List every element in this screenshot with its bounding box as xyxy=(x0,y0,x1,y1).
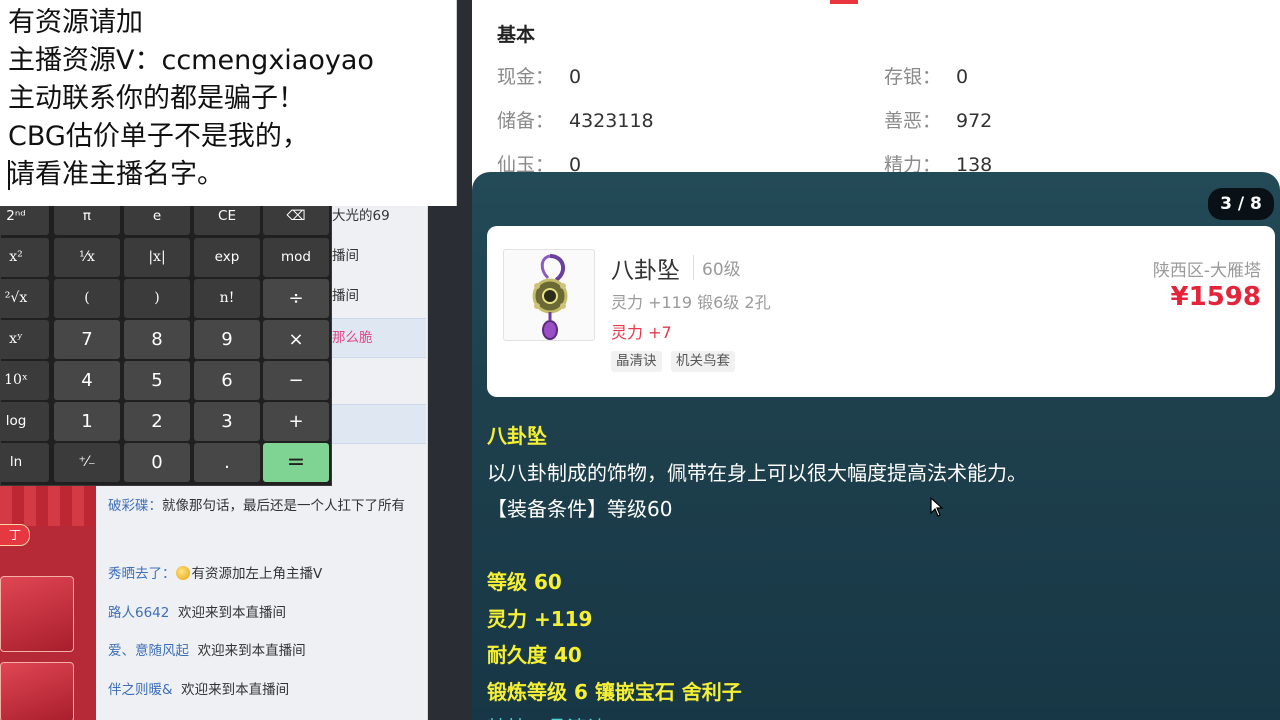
key-square[interactable]: x² xyxy=(0,238,49,277)
key-negate[interactable]: ⁺⁄₋ xyxy=(54,443,120,482)
live-room-decoration: 丁 xyxy=(0,484,96,720)
stat-line: 灵力 +119 xyxy=(487,607,593,631)
key-multiply[interactable]: × xyxy=(263,320,329,359)
desc-text: 以八卦制成的饰物，佩带在身上可以很大幅度提高法术能力。 xyxy=(487,461,1027,485)
item-card[interactable]: 八卦坠 60级 灵力 +119 锻6级 2孔 灵力 +7 晶清诀 机关鸟套 陕西… xyxy=(487,226,1275,397)
festive-ornament xyxy=(0,484,96,526)
chat-message: 伴之则暖& 欢迎来到本直播间 xyxy=(108,682,290,698)
chat-message: 爱、意随风起 欢迎来到本直播间 xyxy=(108,643,306,659)
field-savings: 存银： 0 xyxy=(884,66,969,88)
chat-username[interactable]: 伴之则暖& xyxy=(108,682,173,698)
item-attributes: 灵力 +119 锻6级 2孔 xyxy=(611,293,771,312)
key-3[interactable]: 3 xyxy=(194,402,260,441)
key-1[interactable]: 1 xyxy=(54,402,120,441)
item-thumbnail[interactable] xyxy=(503,249,595,341)
item-tag: 机关鸟套 xyxy=(671,351,735,372)
screen: 大光的69 播间 播间 那么脆 破彩碟：就像那句话，最后还是一个人扛下了所有 秀… xyxy=(0,0,1280,720)
section-marker xyxy=(830,0,858,4)
key-0[interactable]: 0 xyxy=(124,443,190,482)
key-factorial[interactable]: n! xyxy=(194,279,260,318)
section-title: 基本 xyxy=(497,24,536,46)
key-ten-power[interactable]: 10ˣ xyxy=(0,361,49,400)
mouse-cursor-icon xyxy=(930,497,944,517)
calculator-window[interactable]: 2ⁿᵈ π e CE ⌫ x² ¹⁄x |x| exp mod ²√x ( ) … xyxy=(0,196,332,486)
field-cash: 现金： 0 xyxy=(497,66,582,88)
key-log[interactable]: log xyxy=(0,402,49,441)
key-mod[interactable]: mod xyxy=(263,238,329,277)
field-reserve: 储备： 4323118 xyxy=(497,110,654,132)
gift-card[interactable] xyxy=(0,576,74,652)
text-caret xyxy=(8,160,10,190)
key-plus[interactable]: + xyxy=(263,402,329,441)
key-9[interactable]: 9 xyxy=(194,320,260,359)
stat-line: 等级 60 xyxy=(487,570,562,594)
key-exp[interactable]: exp xyxy=(194,238,260,277)
item-name: 八卦坠 xyxy=(611,258,680,284)
server-label: 陕西区-大雁塔 xyxy=(1152,261,1261,281)
item-detail-panel: 3 / 8 八卦坠 60级 灵力 +119 锻6级 2孔 灵力 +7 晶清诀 机… xyxy=(472,172,1280,720)
chat-message: 秀晒去了： 有资源加左上角主播V xyxy=(108,566,323,582)
stat-line: 耐久度 40 xyxy=(487,643,582,667)
pendant-icon xyxy=(532,254,568,340)
field-karma: 善恶： 972 xyxy=(884,110,993,132)
special-skill: 特技：晶清诀 xyxy=(487,712,607,720)
chat-username[interactable]: 路人6642 xyxy=(108,605,169,621)
chat-message: 路人6642 欢迎来到本直播间 xyxy=(108,605,286,621)
key-4[interactable]: 4 xyxy=(54,361,120,400)
item-level: 60级 xyxy=(693,255,741,280)
key-8[interactable]: 8 xyxy=(124,320,190,359)
gift-card[interactable] xyxy=(0,662,74,720)
notepad-line: 主播资源V：ccmengxiaoyao xyxy=(8,45,374,76)
key-ln[interactable]: ln xyxy=(0,443,49,482)
key-equals[interactable]: = xyxy=(263,443,329,482)
room-action-button[interactable]: 丁 xyxy=(0,524,30,546)
stat-line: 锻炼等级 6 镶嵌宝石 舍利子 xyxy=(487,680,742,704)
desc-title: 八卦坠 xyxy=(487,424,547,448)
item-price: ¥1598 xyxy=(1170,282,1261,312)
basic-info-section: 基本 现金： 0 存银： 0 储备： 4323118 善恶： 972 仙玉： 0 精力： 1… xyxy=(472,0,1280,200)
chat-username[interactable]: 秀晒去了： xyxy=(108,566,176,582)
key-decimal[interactable]: . xyxy=(194,443,260,482)
key-square-root[interactable]: ²√x xyxy=(0,279,49,318)
notepad-line: 请看准主播名字。 xyxy=(8,159,224,190)
key-power[interactable]: xʸ xyxy=(0,320,49,359)
key-close-paren[interactable]: ) xyxy=(124,279,190,318)
key-7[interactable]: 7 xyxy=(54,320,120,359)
notepad-line: 主动联系你的都是骗子！ xyxy=(8,83,305,114)
key-absolute[interactable]: |x| xyxy=(124,238,190,277)
notepad-line: CBG估价单子不是我的， xyxy=(8,121,309,152)
key-divide[interactable]: ÷ xyxy=(263,279,329,318)
item-bonus: 灵力 +7 xyxy=(611,323,672,342)
notepad-window[interactable]: 有资源请加 主播资源V：ccmengxiaoyao 主动联系你的都是骗子！ CB… xyxy=(0,0,457,206)
key-2[interactable]: 2 xyxy=(124,402,190,441)
key-minus[interactable]: − xyxy=(263,361,329,400)
chat-username[interactable]: 破彩碟： xyxy=(108,498,162,514)
key-6[interactable]: 6 xyxy=(194,361,260,400)
equip-requirement: 【装备条件】等级60 xyxy=(487,497,673,521)
item-tag: 晶清诀 xyxy=(611,351,662,372)
key-5[interactable]: 5 xyxy=(124,361,190,400)
key-open-paren[interactable]: ( xyxy=(54,279,120,318)
chat-message: 破彩碟：就像那句话，最后还是一个人扛下了所有 xyxy=(108,498,405,514)
gift-icon xyxy=(175,566,190,580)
chat-username[interactable]: 爱、意随风起 xyxy=(108,643,189,659)
key-reciprocal[interactable]: ¹⁄x xyxy=(54,238,120,277)
notepad-line: 有资源请加 xyxy=(8,7,143,38)
page-indicator: 3 / 8 xyxy=(1208,188,1274,220)
